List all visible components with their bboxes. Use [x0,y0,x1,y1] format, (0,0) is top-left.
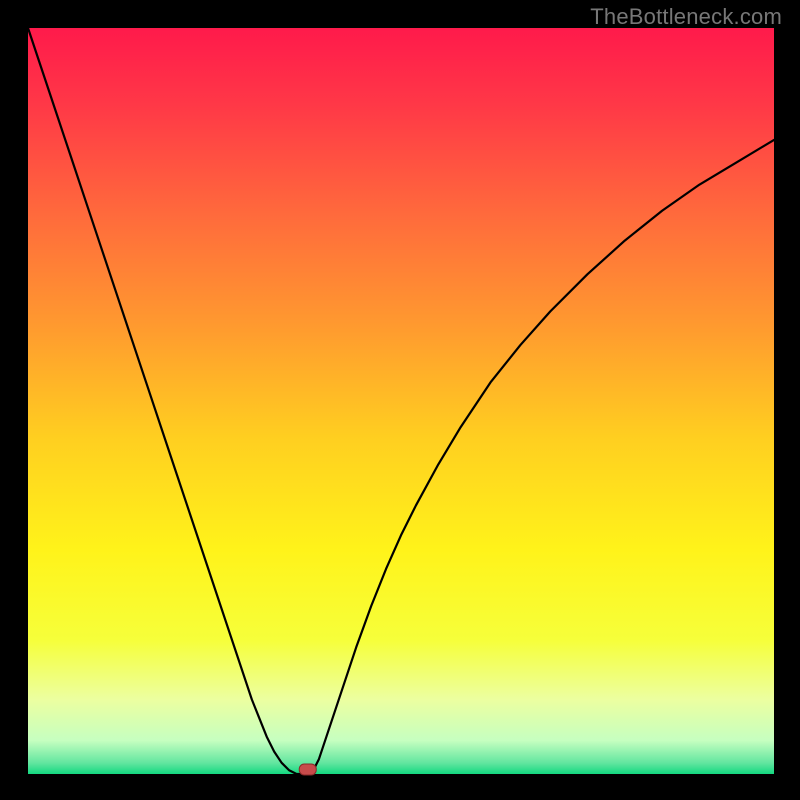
current-config-marker [299,764,316,775]
bottleneck-chart [0,0,800,800]
chart-root: TheBottleneck.com [0,0,800,800]
watermark-text: TheBottleneck.com [590,4,782,30]
plot-area [28,28,774,774]
